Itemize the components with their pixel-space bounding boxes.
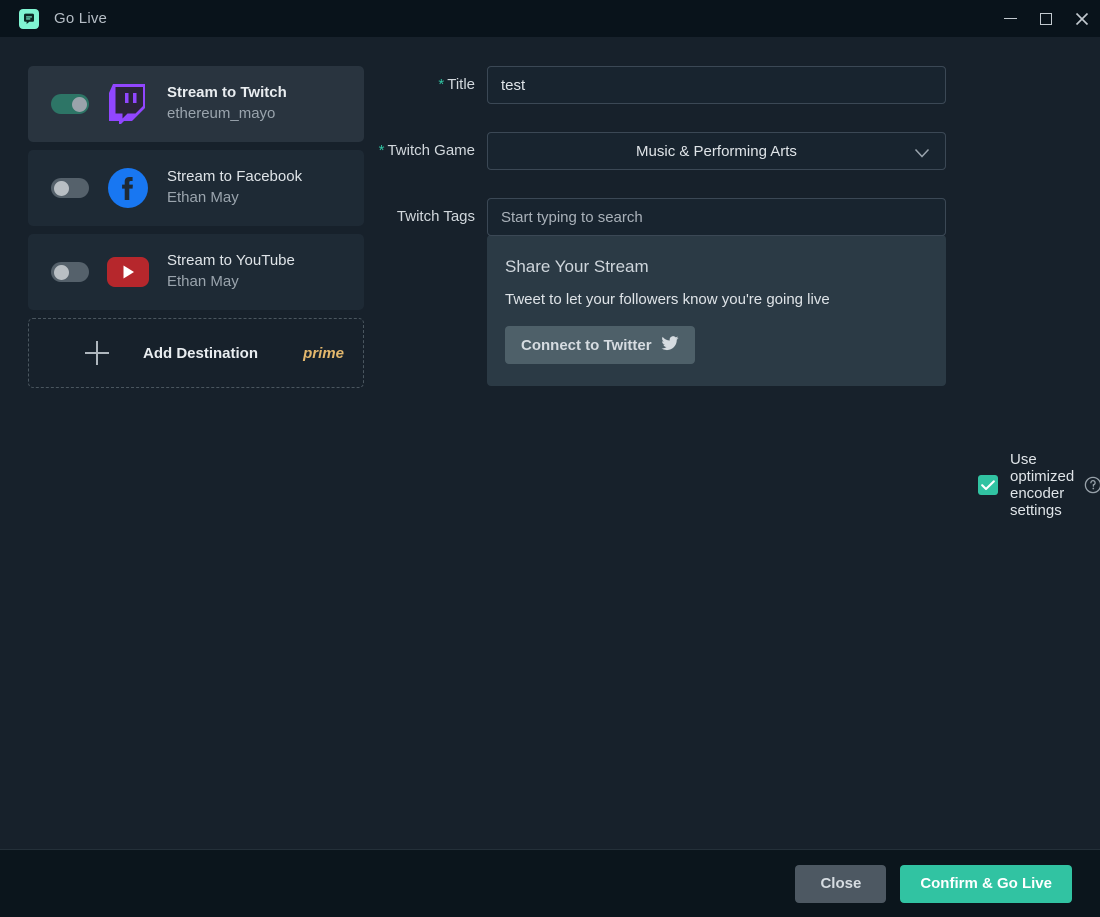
close-button[interactable] [1064, 0, 1100, 37]
confirm-go-live-button[interactable]: Confirm & Go Live [900, 864, 1072, 903]
youtube-icon [107, 251, 149, 293]
dialog-body: Stream to Twitch ethereum_mayo Stream to… [0, 37, 1100, 849]
destination-card-facebook[interactable]: Stream to Facebook Ethan May [28, 150, 364, 226]
check-icon [981, 479, 995, 490]
share-panel-subtitle: Tweet to let your followers know you're … [505, 291, 830, 308]
twitch-game-value: Music & Performing Arts [636, 142, 797, 160]
streamlabs-logo-icon [19, 8, 39, 29]
tags-label: Twitch Tags [396, 208, 475, 225]
title-field-col [487, 66, 946, 104]
destination-text: Stream to YouTube Ethan May [167, 251, 295, 293]
twitch-icon [107, 83, 149, 125]
optimized-encoder-row: Use optimized encoder settings [978, 451, 1100, 519]
optimized-encoder-checkbox[interactable] [978, 475, 998, 495]
help-circle-icon[interactable] [1084, 476, 1100, 494]
window-controls [992, 0, 1100, 37]
destination-title: Stream to Facebook [167, 168, 303, 185]
destination-list: Stream to Twitch ethereum_mayo Stream to… [0, 37, 366, 849]
chevron-down-icon [914, 146, 930, 164]
game-label-text: Twitch Game [387, 142, 475, 159]
maximize-icon [1040, 12, 1052, 25]
twitch-game-select[interactable]: Music & Performing Arts [487, 132, 946, 170]
add-destination-button[interactable]: Add Destination prime [28, 318, 364, 388]
toggle-facebook[interactable] [51, 178, 89, 198]
required-asterisk: * [378, 142, 385, 159]
destination-account: Ethan May [167, 273, 239, 290]
add-destination-label: Add Destination [143, 344, 258, 362]
destination-account: Ethan May [167, 189, 239, 206]
twitter-bird-icon [661, 335, 679, 355]
title-row: * Title [366, 66, 1100, 104]
window-title: Go Live [54, 10, 108, 27]
facebook-icon [107, 167, 149, 209]
minimize-icon [1003, 17, 1017, 20]
game-field-col: Music & Performing Arts [487, 132, 946, 170]
optimized-encoder-label: Use optimized encoder settings [1010, 451, 1075, 519]
destination-card-twitch[interactable]: Stream to Twitch ethereum_mayo [28, 66, 364, 142]
toggle-knob [53, 264, 69, 280]
twitch-tags-input[interactable] [487, 198, 946, 236]
minimize-button[interactable] [992, 0, 1028, 37]
title-input[interactable] [487, 66, 946, 104]
tags-field-col: Share Your Stream Tweet to let your foll… [487, 198, 946, 386]
toggle-youtube[interactable] [51, 262, 89, 282]
connect-to-twitter-label: Connect to Twitter [521, 336, 652, 354]
required-asterisk: * [438, 76, 445, 93]
destination-text: Stream to Twitch ethereum_mayo [167, 83, 287, 125]
share-panel-title: Share Your Stream [505, 257, 649, 276]
maximize-button[interactable] [1028, 0, 1064, 37]
destination-account: ethereum_mayo [167, 105, 276, 122]
tags-row: Twitch Tags Share Your Stream Tweet to l… [366, 198, 1100, 386]
close-dialog-button[interactable]: Close [795, 864, 887, 903]
game-label: * Twitch Game [366, 132, 487, 170]
title-bar: Go Live [0, 0, 1100, 37]
destination-title: Stream to Twitch [167, 84, 287, 101]
toggle-knob [71, 96, 87, 112]
game-row: * Twitch Game Music & Performing Arts [366, 132, 1100, 170]
toggle-knob [53, 180, 69, 196]
title-label-text: Title [447, 76, 475, 93]
prime-badge: prime [303, 344, 344, 362]
connect-to-twitter-button[interactable]: Connect to Twitter [505, 326, 695, 364]
plus-icon [85, 341, 109, 365]
destination-text: Stream to Facebook Ethan May [167, 167, 302, 209]
title-label: * Title [366, 66, 487, 104]
go-live-window: Go Live Stream to Twitch ethereum_mayo S… [0, 0, 1100, 917]
destination-title: Stream to YouTube [167, 252, 295, 269]
close-icon [1075, 12, 1089, 25]
destination-card-youtube[interactable]: Stream to YouTube Ethan May [28, 234, 364, 310]
toggle-twitch[interactable] [51, 94, 89, 114]
dialog-footer: Close Confirm & Go Live [0, 849, 1100, 917]
share-your-stream-panel: Share Your Stream Tweet to let your foll… [487, 235, 946, 386]
stream-settings-form: *Title *Twitch Game Music & Performing A… [366, 37, 1100, 849]
